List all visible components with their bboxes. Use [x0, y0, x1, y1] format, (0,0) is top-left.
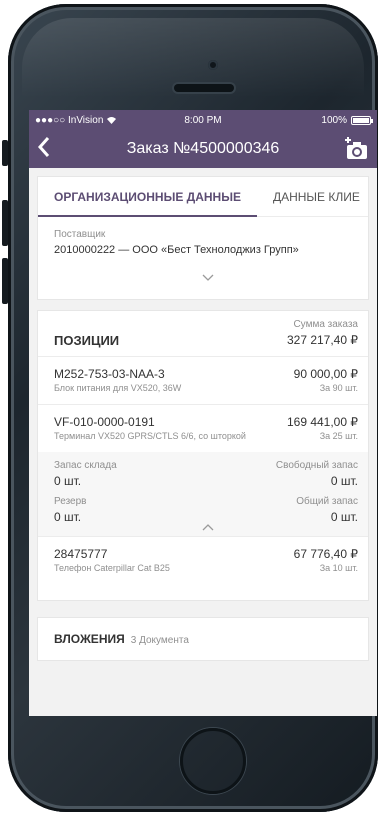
warehouse-stock-label: Запас склада [54, 460, 117, 471]
order-total-label: Сумма заказа [293, 319, 358, 330]
tab-org-data[interactable]: ОРГАНИЗАЦИОННЫЕ ДАННЫЕ [38, 177, 257, 217]
volume-down-button[interactable] [2, 258, 8, 304]
item-desc: Блок питания для VX520, 36W [54, 383, 182, 393]
supplier-section: Поставщик 2010000222 — ООО «Бест Техноло… [38, 217, 368, 299]
status-time: 8:00 PM [184, 114, 222, 126]
item-price: 90 000,00 ₽ [293, 367, 358, 381]
nav-bar: Заказ №4500000346 [29, 130, 377, 168]
volume-up-button[interactable] [2, 200, 8, 246]
free-stock-value: 0 шт. [330, 474, 358, 488]
item-price: 169 441,00 ₽ [286, 415, 358, 429]
item-qty: За 90 шт. [319, 383, 358, 393]
attachments-heading: ВЛОЖЕНИЯ [54, 632, 125, 646]
tab-client-data[interactable]: ДАННЫЕ КЛИЕ [257, 177, 376, 217]
page-title: Заказ №4500000346 [126, 140, 280, 157]
total-stock-label: Общий запас [296, 496, 358, 507]
stock-details: Запас склада 0 шт. Свободный запас 0 шт.… [38, 452, 368, 537]
positions-heading: ПОЗИЦИИ [54, 333, 120, 348]
supplier-label: Поставщик [54, 229, 106, 240]
item-qty: За 10 шт. [319, 563, 358, 573]
warehouse-stock-value: 0 шт. [54, 474, 82, 488]
item-code: M252-753-03-NAA-3 [54, 367, 165, 381]
item-code: VF-010-0000-0191 [54, 415, 155, 429]
item-qty: За 25 шт. [319, 431, 358, 441]
collapse-chevron-up-icon[interactable] [202, 520, 214, 534]
back-button[interactable] [37, 136, 51, 163]
item-price: 67 776,40 ₽ [293, 547, 358, 561]
attachments-count: 3 Документа [130, 635, 189, 646]
position-item[interactable]: 28475777 Телефон Caterpillar Cat B25 67 … [38, 537, 368, 600]
supplier-value: 2010000222 — ООО «Бест Технолоджиз Групп… [54, 244, 299, 256]
item-code: 28475777 [54, 547, 108, 561]
camera-add-icon [345, 137, 367, 159]
app-screen: ●●●○○ InVision 8:00 PM 100% Заказ №45000… [29, 110, 377, 716]
order-total-value: 327 217,40 ₽ [286, 333, 358, 347]
order-total: Сумма заказа 327 217,40 ₽ [287, 319, 358, 347]
position-item[interactable]: VF-010-0000-0191 Терминал VX520 GPRS/CTL… [38, 405, 368, 452]
status-bar: ●●●○○ InVision 8:00 PM 100% [29, 110, 377, 130]
tabs: ОРГАНИЗАЦИОННЫЕ ДАННЫЕ ДАННЫЕ КЛИЕ [38, 177, 368, 217]
front-camera [208, 60, 218, 70]
total-stock-value: 0 шт. [330, 510, 358, 524]
positions-header: ПОЗИЦИИ Сумма заказа 327 217,40 ₽ [38, 311, 368, 357]
expand-chevron-down-icon[interactable] [202, 271, 214, 285]
reserve-label: Резерв [54, 496, 87, 507]
chevron-left-icon [37, 137, 50, 157]
battery-icon [351, 115, 373, 125]
positions-card: ПОЗИЦИИ Сумма заказа 327 217,40 ₽ M252-7… [37, 310, 369, 601]
item-desc: Телефон Caterpillar Cat B25 [54, 563, 170, 573]
free-stock-label: Свободный запас [275, 460, 358, 471]
reserve-value: 0 шт. [54, 510, 82, 524]
earpiece-speaker [174, 84, 234, 92]
org-card: ОРГАНИЗАЦИОННЫЕ ДАННЫЕ ДАННЫЕ КЛИЕ Поста… [37, 176, 369, 300]
item-desc: Терминал VX520 GPRS/CTLS 6/6, со шторкой [54, 431, 246, 441]
add-photo-button[interactable] [343, 137, 369, 166]
mute-switch[interactable] [2, 140, 8, 166]
attachments-section[interactable]: ВЛОЖЕНИЯ 3 Документа [37, 617, 369, 661]
home-button[interactable] [180, 728, 246, 794]
position-item[interactable]: M252-753-03-NAA-3 Блок питания для VX520… [38, 357, 368, 405]
